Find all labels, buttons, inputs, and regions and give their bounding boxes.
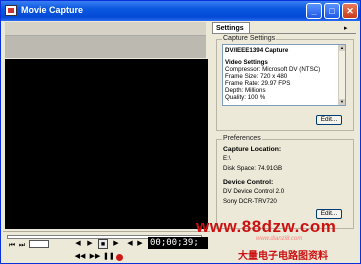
watermark-cn-text: 大量电子电路图资料 — [238, 251, 328, 262]
shuttle-right-button[interactable]: ▶ — [135, 239, 145, 249]
watermark: www.88dzw.com www.dianzi8.com 大量电子电路图资料 — [196, 217, 361, 264]
device-model: Sony DCR-TRV720 — [223, 198, 277, 205]
settings-line: Compressor: Microsoft DV (NTSC) — [225, 66, 321, 73]
rewind-button[interactable]: ◀◀ — [73, 252, 87, 262]
play-button[interactable]: ▶ — [111, 239, 121, 249]
transport-controls: ⏮ ⏭ ◀ ▶ ■ ▶ ◀ ▶ 00;00;39; ◀◀ ▶▶ ❚❚ — [3, 231, 210, 263]
settings-scrollbar[interactable]: ▲ ▼ — [338, 45, 345, 105]
goto-out-icon[interactable]: ⏭ — [17, 241, 27, 251]
scroll-down-icon[interactable]: ▼ — [339, 99, 345, 105]
step-back-button[interactable]: ◀ — [73, 239, 83, 249]
watermark-sub-text: www.dianzi8.com — [256, 236, 303, 242]
device-control-value: DV Device Control 2.0 — [223, 188, 285, 195]
settings-line: Frame Rate: 29.97 FPS — [225, 80, 291, 87]
settings-line: Frame Size: 720 x 480 — [225, 73, 288, 80]
jog-control[interactable] — [29, 240, 49, 248]
title-bar[interactable]: Movie Capture _ □ ✕ — [1, 1, 360, 21]
close-button[interactable]: ✕ — [342, 3, 358, 19]
settings-line: Depth: Millions — [225, 87, 266, 94]
settings-line: Video Settings — [225, 59, 268, 66]
video-shade — [5, 36, 206, 58]
record-button[interactable] — [116, 254, 123, 261]
shuttle-left-button[interactable]: ◀ — [125, 239, 135, 249]
capture-settings-edit-button[interactable]: Edit... — [316, 115, 342, 125]
window-title: Movie Capture — [21, 5, 84, 15]
preferences-heading: Preferences — [222, 135, 262, 142]
app-icon — [5, 5, 17, 16]
settings-line: Quality: 100 % — [225, 94, 266, 101]
tab-underline — [212, 33, 356, 34]
video-preview-area — [3, 22, 208, 249]
panel-menu-arrow-icon[interactable]: ▸ — [344, 24, 348, 32]
goto-in-icon[interactable]: ⏮ — [7, 241, 17, 251]
scroll-up-icon[interactable]: ▲ — [339, 45, 345, 51]
watermark-main-text: www.88dzw.com — [196, 217, 337, 236]
device-control-label: Device Control: — [223, 179, 274, 186]
capture-settings-list[interactable]: DV/IEEE1394 Capture Video Settings Compr… — [222, 44, 346, 106]
video-top-strip — [5, 22, 206, 36]
settings-line: DV/IEEE1394 Capture — [225, 47, 289, 54]
capture-location-value: E:\ — [223, 155, 231, 162]
video-preview-screen — [5, 59, 208, 229]
minimize-button[interactable]: _ — [306, 3, 322, 19]
maximize-button[interactable]: □ — [324, 3, 340, 19]
stop-button[interactable]: ■ — [98, 239, 108, 249]
disk-space: Disk Space: 74.91GB — [223, 165, 283, 172]
step-forward-button[interactable]: ▶ — [85, 239, 95, 249]
fast-forward-button[interactable]: ▶▶ — [88, 252, 102, 262]
pause-button[interactable]: ❚❚ — [103, 252, 115, 262]
capture-location-label: Capture Location: — [223, 146, 282, 153]
capture-settings-heading: Capture Settings — [222, 35, 277, 42]
